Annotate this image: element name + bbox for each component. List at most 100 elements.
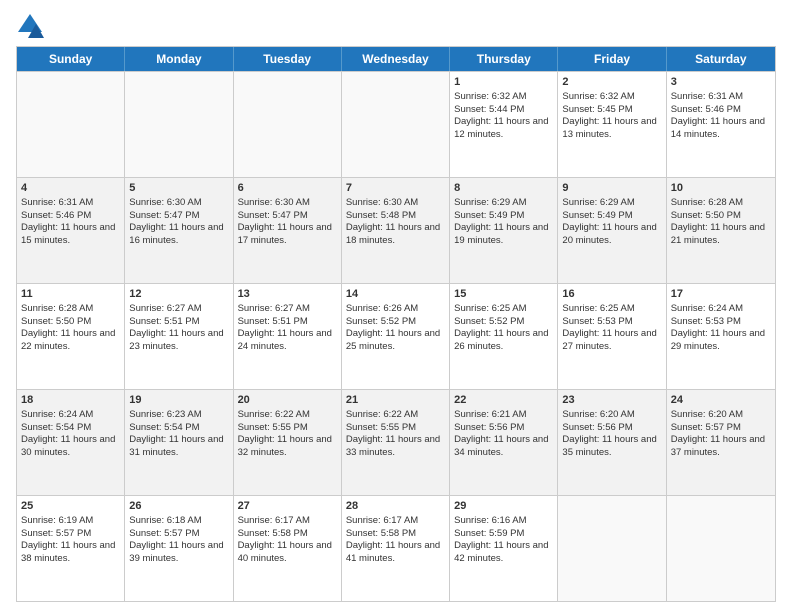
- day-info: Daylight: 11 hours and 15 minutes.: [21, 222, 120, 248]
- day-info: Sunrise: 6:30 AM: [129, 197, 228, 210]
- day-cell-26: 26Sunrise: 6:18 AMSunset: 5:57 PMDayligh…: [125, 496, 233, 601]
- day-header-wednesday: Wednesday: [342, 47, 450, 71]
- day-info: Sunset: 5:54 PM: [21, 422, 120, 435]
- day-cell-18: 18Sunrise: 6:24 AMSunset: 5:54 PMDayligh…: [17, 390, 125, 495]
- day-info: Sunrise: 6:20 AM: [562, 409, 661, 422]
- header: [16, 12, 776, 40]
- day-info: Sunset: 5:54 PM: [129, 422, 228, 435]
- day-info: Sunset: 5:45 PM: [562, 104, 661, 117]
- day-number: 15: [454, 287, 553, 302]
- day-info: Sunset: 5:44 PM: [454, 104, 553, 117]
- empty-cell: [125, 72, 233, 177]
- day-cell-6: 6Sunrise: 6:30 AMSunset: 5:47 PMDaylight…: [234, 178, 342, 283]
- day-info: Sunrise: 6:19 AM: [21, 515, 120, 528]
- day-cell-9: 9Sunrise: 6:29 AMSunset: 5:49 PMDaylight…: [558, 178, 666, 283]
- day-info: Sunset: 5:50 PM: [21, 316, 120, 329]
- day-number: 1: [454, 75, 553, 90]
- day-info: Sunset: 5:46 PM: [21, 210, 120, 223]
- day-info: Sunrise: 6:31 AM: [671, 91, 771, 104]
- day-info: Daylight: 11 hours and 19 minutes.: [454, 222, 553, 248]
- day-number: 9: [562, 181, 661, 196]
- day-info: Sunset: 5:57 PM: [671, 422, 771, 435]
- day-info: Sunset: 5:56 PM: [562, 422, 661, 435]
- day-number: 6: [238, 181, 337, 196]
- day-info: Daylight: 11 hours and 12 minutes.: [454, 116, 553, 142]
- day-info: Sunset: 5:47 PM: [129, 210, 228, 223]
- day-cell-10: 10Sunrise: 6:28 AMSunset: 5:50 PMDayligh…: [667, 178, 775, 283]
- day-cell-16: 16Sunrise: 6:25 AMSunset: 5:53 PMDayligh…: [558, 284, 666, 389]
- day-info: Daylight: 11 hours and 39 minutes.: [129, 540, 228, 566]
- day-info: Sunrise: 6:26 AM: [346, 303, 445, 316]
- day-info: Sunrise: 6:31 AM: [21, 197, 120, 210]
- day-header-saturday: Saturday: [667, 47, 775, 71]
- day-info: Daylight: 11 hours and 40 minutes.: [238, 540, 337, 566]
- page: SundayMondayTuesdayWednesdayThursdayFrid…: [0, 0, 792, 612]
- day-number: 10: [671, 181, 771, 196]
- day-number: 24: [671, 393, 771, 408]
- day-info: Sunset: 5:53 PM: [671, 316, 771, 329]
- day-info: Daylight: 11 hours and 17 minutes.: [238, 222, 337, 248]
- day-info: Sunset: 5:58 PM: [346, 528, 445, 541]
- day-cell-22: 22Sunrise: 6:21 AMSunset: 5:56 PMDayligh…: [450, 390, 558, 495]
- day-info: Sunset: 5:47 PM: [238, 210, 337, 223]
- calendar-body: 1Sunrise: 6:32 AMSunset: 5:44 PMDaylight…: [17, 71, 775, 601]
- day-number: 22: [454, 393, 553, 408]
- day-info: Sunrise: 6:30 AM: [346, 197, 445, 210]
- day-cell-28: 28Sunrise: 6:17 AMSunset: 5:58 PMDayligh…: [342, 496, 450, 601]
- day-info: Sunset: 5:50 PM: [671, 210, 771, 223]
- day-info: Daylight: 11 hours and 30 minutes.: [21, 434, 120, 460]
- day-cell-4: 4Sunrise: 6:31 AMSunset: 5:46 PMDaylight…: [17, 178, 125, 283]
- day-info: Sunrise: 6:23 AM: [129, 409, 228, 422]
- day-info: Sunrise: 6:27 AM: [238, 303, 337, 316]
- empty-cell: [667, 496, 775, 601]
- day-cell-2: 2Sunrise: 6:32 AMSunset: 5:45 PMDaylight…: [558, 72, 666, 177]
- day-info: Daylight: 11 hours and 23 minutes.: [129, 328, 228, 354]
- day-number: 3: [671, 75, 771, 90]
- day-cell-29: 29Sunrise: 6:16 AMSunset: 5:59 PMDayligh…: [450, 496, 558, 601]
- day-number: 19: [129, 393, 228, 408]
- day-cell-17: 17Sunrise: 6:24 AMSunset: 5:53 PMDayligh…: [667, 284, 775, 389]
- day-cell-8: 8Sunrise: 6:29 AMSunset: 5:49 PMDaylight…: [450, 178, 558, 283]
- calendar-week-4: 18Sunrise: 6:24 AMSunset: 5:54 PMDayligh…: [17, 389, 775, 495]
- day-info: Daylight: 11 hours and 42 minutes.: [454, 540, 553, 566]
- day-header-sunday: Sunday: [17, 47, 125, 71]
- day-cell-5: 5Sunrise: 6:30 AMSunset: 5:47 PMDaylight…: [125, 178, 233, 283]
- day-info: Daylight: 11 hours and 18 minutes.: [346, 222, 445, 248]
- day-number: 8: [454, 181, 553, 196]
- day-info: Sunrise: 6:32 AM: [562, 91, 661, 104]
- calendar-week-5: 25Sunrise: 6:19 AMSunset: 5:57 PMDayligh…: [17, 495, 775, 601]
- day-info: Daylight: 11 hours and 14 minutes.: [671, 116, 771, 142]
- day-info: Sunset: 5:51 PM: [129, 316, 228, 329]
- day-header-tuesday: Tuesday: [234, 47, 342, 71]
- day-info: Sunrise: 6:16 AM: [454, 515, 553, 528]
- day-info: Sunrise: 6:18 AM: [129, 515, 228, 528]
- day-info: Sunrise: 6:20 AM: [671, 409, 771, 422]
- day-info: Daylight: 11 hours and 24 minutes.: [238, 328, 337, 354]
- day-number: 16: [562, 287, 661, 302]
- day-info: Sunrise: 6:30 AM: [238, 197, 337, 210]
- day-number: 17: [671, 287, 771, 302]
- day-info: Sunset: 5:52 PM: [346, 316, 445, 329]
- day-number: 25: [21, 499, 120, 514]
- day-number: 23: [562, 393, 661, 408]
- day-info: Daylight: 11 hours and 26 minutes.: [454, 328, 553, 354]
- day-number: 11: [21, 287, 120, 302]
- day-info: Daylight: 11 hours and 22 minutes.: [21, 328, 120, 354]
- day-info: Sunset: 5:49 PM: [562, 210, 661, 223]
- day-cell-7: 7Sunrise: 6:30 AMSunset: 5:48 PMDaylight…: [342, 178, 450, 283]
- day-number: 12: [129, 287, 228, 302]
- day-info: Daylight: 11 hours and 27 minutes.: [562, 328, 661, 354]
- day-info: Sunrise: 6:28 AM: [671, 197, 771, 210]
- day-cell-21: 21Sunrise: 6:22 AMSunset: 5:55 PMDayligh…: [342, 390, 450, 495]
- day-cell-12: 12Sunrise: 6:27 AMSunset: 5:51 PMDayligh…: [125, 284, 233, 389]
- day-cell-24: 24Sunrise: 6:20 AMSunset: 5:57 PMDayligh…: [667, 390, 775, 495]
- day-info: Sunrise: 6:32 AM: [454, 91, 553, 104]
- calendar: SundayMondayTuesdayWednesdayThursdayFrid…: [16, 46, 776, 602]
- day-info: Sunset: 5:46 PM: [671, 104, 771, 117]
- day-info: Sunrise: 6:29 AM: [454, 197, 553, 210]
- day-info: Sunset: 5:48 PM: [346, 210, 445, 223]
- day-info: Daylight: 11 hours and 41 minutes.: [346, 540, 445, 566]
- day-info: Sunrise: 6:21 AM: [454, 409, 553, 422]
- day-info: Sunset: 5:49 PM: [454, 210, 553, 223]
- day-info: Sunrise: 6:25 AM: [562, 303, 661, 316]
